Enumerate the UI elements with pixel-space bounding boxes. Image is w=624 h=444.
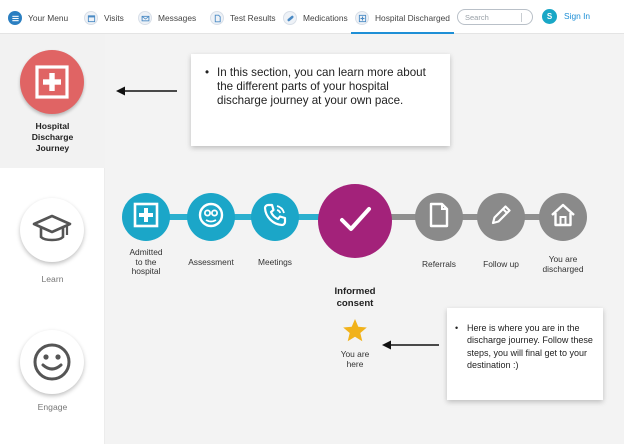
- intro-callout: In this section, you can learn more abou…: [191, 54, 450, 146]
- nav-label: Your Menu: [28, 13, 69, 23]
- journey-step-informed-consent[interactable]: [318, 184, 392, 258]
- plus-box-icon: [20, 50, 84, 114]
- search-input[interactable]: [465, 12, 521, 22]
- journey-current-step-label: Informed consent: [334, 286, 376, 309]
- journey-step-label: Referrals: [422, 259, 456, 269]
- menu-icon: [8, 11, 22, 25]
- phone-icon: [262, 202, 288, 233]
- journey-step-label: You are discharged: [542, 254, 584, 274]
- home-icon: [549, 202, 577, 233]
- nav-label: Messages: [158, 13, 197, 23]
- journey-step-admitted[interactable]: [122, 193, 170, 241]
- nav-item-hospital-discharged[interactable]: Hospital Discharged: [351, 9, 454, 34]
- journey-step-referrals[interactable]: [415, 193, 463, 241]
- journey-step-label: Meetings: [258, 257, 292, 267]
- sidebar-item-label: Learn: [41, 274, 64, 284]
- nav-item-messages[interactable]: Messages: [138, 9, 196, 27]
- you-are-here-label: You are here: [340, 349, 370, 369]
- main-content: In this section, you can learn more abou…: [105, 34, 624, 444]
- search-divider: [521, 12, 527, 22]
- sidebar-item-hospital-discharge-journey[interactable]: Hospital Discharge Journey: [0, 34, 105, 168]
- stethoscope-face-icon: [197, 201, 225, 234]
- checkmark-icon: [336, 200, 374, 243]
- sidebar-item-engage[interactable]: Engage: [0, 304, 105, 444]
- sidebar-item-label: Hospital Discharge Journey: [31, 121, 74, 153]
- nav-label: Visits: [104, 13, 124, 23]
- nav-item-your-menu[interactable]: Your Menu: [8, 9, 68, 27]
- document-icon: [427, 202, 451, 233]
- sign-in-link[interactable]: Sign In: [564, 11, 590, 21]
- plus-box-icon: [355, 11, 369, 25]
- sidebar-item-learn[interactable]: Learn: [0, 168, 105, 304]
- nav-label: Hospital Discharged: [375, 13, 450, 23]
- search-box[interactable]: [457, 9, 533, 25]
- envelope-icon: [138, 11, 152, 25]
- journey-step-meetings[interactable]: [251, 193, 299, 241]
- nav-item-medications[interactable]: Medications: [283, 9, 348, 27]
- nav-item-test-results[interactable]: Test Results: [210, 9, 276, 27]
- pencil-icon: [488, 202, 514, 233]
- star-icon: [343, 319, 367, 342]
- journey-step-label: Admitted to the hospital: [129, 247, 163, 277]
- progress-callout: Here is where you are in the discharge j…: [447, 308, 603, 400]
- nav-item-visits[interactable]: Visits: [84, 9, 124, 27]
- arrow-left-icon: [382, 340, 439, 350]
- document-icon: [210, 11, 224, 25]
- journey-track-completed: [145, 214, 335, 220]
- smiley-icon: [20, 330, 84, 394]
- graduation-cap-icon: [20, 198, 84, 262]
- plus-box-icon: [133, 202, 159, 233]
- journey-step-label: Follow up: [483, 259, 519, 269]
- arrow-left-icon: [116, 86, 177, 96]
- journey-step-discharged[interactable]: [539, 193, 587, 241]
- intro-callout-text: In this section, you can learn more abou…: [203, 66, 440, 109]
- calendar-icon: [84, 11, 98, 25]
- sidebar-item-label: Engage: [37, 402, 68, 412]
- sidebar: Hospital Discharge Journey Learn Engage: [0, 34, 105, 444]
- top-nav: Your Menu Visits Messages Test Results M…: [0, 0, 624, 34]
- journey-step-label: Assessment: [188, 257, 234, 267]
- nav-label: Test Results: [230, 13, 276, 23]
- avatar[interactable]: S: [542, 9, 557, 24]
- journey-step-assessment[interactable]: [187, 193, 235, 241]
- progress-callout-text: Here is where you are in the discharge j…: [453, 322, 595, 372]
- pill-icon: [283, 11, 297, 25]
- journey-step-follow-up[interactable]: [477, 193, 525, 241]
- nav-label: Medications: [303, 13, 348, 23]
